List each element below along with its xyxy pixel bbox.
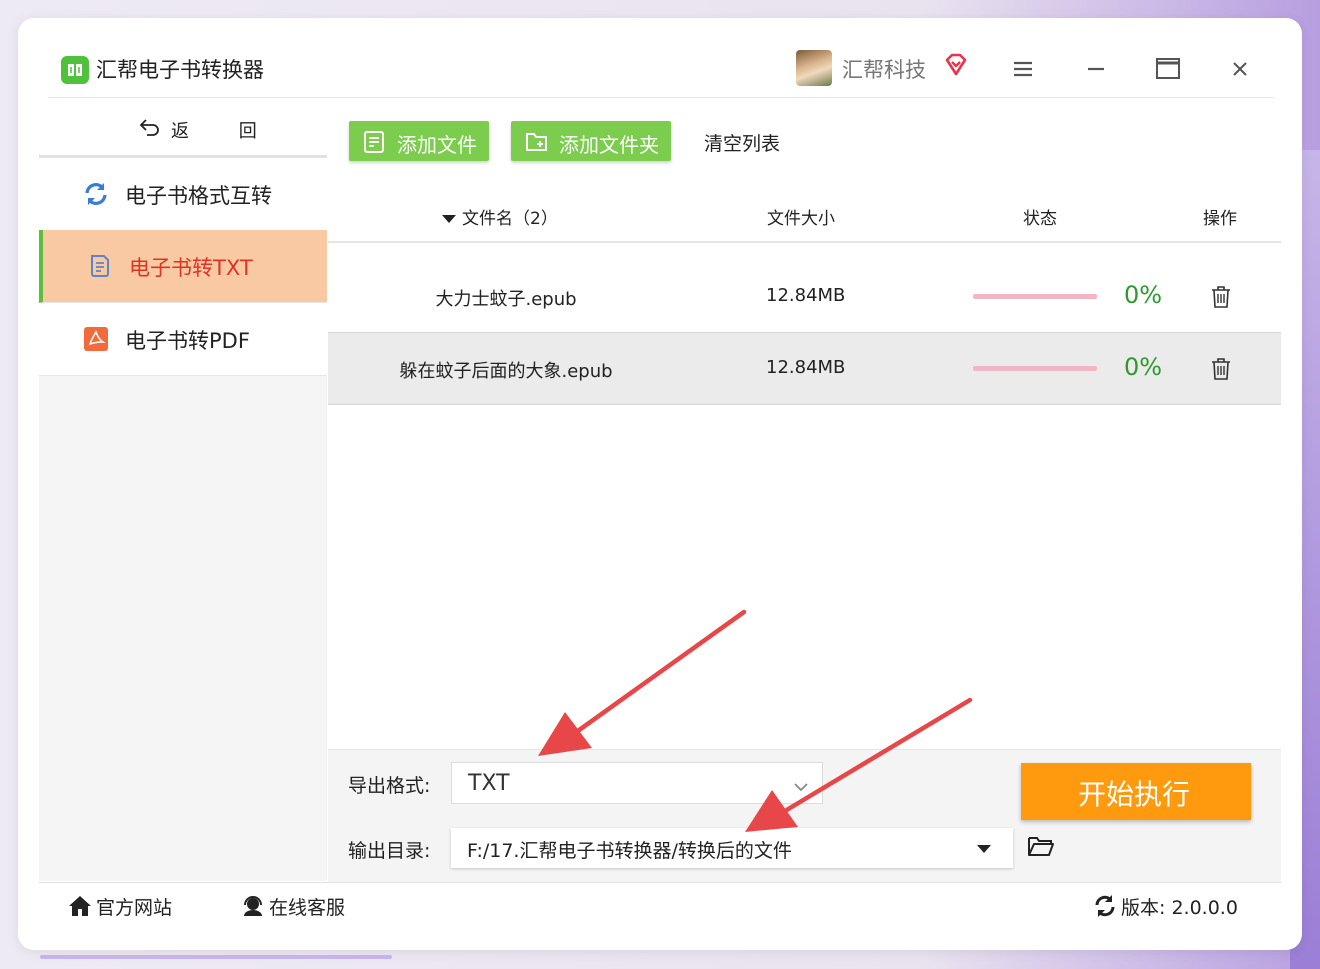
sidebar-item-label: 电子书转PDF bbox=[125, 329, 250, 353]
minimize-icon[interactable] bbox=[1081, 54, 1111, 84]
progress-bar bbox=[973, 294, 1097, 299]
start-button[interactable]: 开始执行 bbox=[1021, 763, 1251, 820]
output-dir-select[interactable]: F:/17.汇帮电子书转换器/转换后的文件 bbox=[451, 828, 1013, 868]
file-name: 大力士蚊子.epub bbox=[435, 289, 577, 310]
user-avatar[interactable] bbox=[796, 50, 832, 86]
sidebar-item-label: 电子书转TXT bbox=[129, 256, 253, 280]
format-label: 导出格式: bbox=[348, 775, 431, 797]
start-button-label: 开始执行 bbox=[1078, 778, 1191, 811]
vip-diamond-icon[interactable] bbox=[943, 52, 969, 78]
document-icon bbox=[87, 253, 113, 279]
online-support-link[interactable]: 在线客服 bbox=[241, 893, 345, 920]
sidebar-item-to-pdf[interactable]: 电子书转PDF bbox=[39, 303, 327, 376]
output-settings: 导出格式: TXT 输出目录: F:/17.汇帮电子书转换器/转换后的文件 开始… bbox=[328, 749, 1281, 882]
clear-list-button[interactable]: 清空列表 bbox=[704, 129, 780, 156]
title-bar: 汇帮电子书转换器 汇帮科技 bbox=[18, 18, 1302, 98]
user-name[interactable]: 汇帮科技 bbox=[842, 54, 926, 84]
close-icon[interactable] bbox=[1225, 54, 1255, 84]
progress-percent: 0% bbox=[1124, 353, 1163, 381]
support-agent-icon bbox=[241, 894, 265, 918]
delete-icon[interactable] bbox=[1210, 285, 1232, 309]
table-row[interactable]: 大力士蚊子.epub 12.84MB 0% bbox=[328, 261, 1281, 332]
app-window: 汇帮电子书转换器 汇帮科技 返 回 电子书格式互转 电子书转TXT 电子书转PD… bbox=[18, 18, 1302, 950]
chevron-down-icon bbox=[794, 777, 808, 792]
footer: 官方网站 在线客服 版本: 2.0.0.0 bbox=[39, 882, 1281, 933]
back-button[interactable]: 返 回 bbox=[39, 98, 327, 158]
add-file-label: 添加文件 bbox=[397, 133, 477, 157]
back-label: 返 回 bbox=[171, 121, 279, 142]
add-folder-label: 添加文件夹 bbox=[559, 133, 659, 157]
format-value: TXT bbox=[468, 771, 510, 796]
version-info[interactable]: 版本: 2.0.0.0 bbox=[1093, 893, 1238, 920]
column-header-name[interactable]: 文件名（2） bbox=[442, 204, 558, 229]
file-name: 躲在蚊子后面的大象.epub bbox=[399, 361, 613, 382]
folder-open-icon[interactable] bbox=[1027, 834, 1055, 858]
menu-icon[interactable] bbox=[1008, 54, 1038, 84]
add-folder-icon bbox=[525, 130, 549, 154]
column-header-action: 操作 bbox=[1203, 209, 1237, 229]
output-dir-value: F:/17.汇帮电子书转换器/转换后的文件 bbox=[467, 840, 792, 862]
add-file-button[interactable]: 添加文件 bbox=[349, 121, 489, 161]
main-panel: 添加文件 添加文件夹 清空列表 文件名（2） 文件大小 状态 操作 大力士蚊子.… bbox=[328, 98, 1281, 882]
progress-percent: 0% bbox=[1124, 281, 1163, 309]
column-header-name-label: 文件名（2） bbox=[462, 209, 558, 229]
add-folder-button[interactable]: 添加文件夹 bbox=[511, 121, 671, 161]
online-support-label: 在线客服 bbox=[269, 897, 346, 919]
pdf-icon bbox=[83, 326, 109, 352]
sidebar-item-to-txt[interactable]: 电子书转TXT bbox=[39, 230, 327, 303]
app-logo-icon bbox=[61, 56, 89, 84]
column-header-status: 状态 bbox=[1023, 209, 1057, 229]
table-row[interactable]: 躲在蚊子后面的大象.epub 12.84MB 0% bbox=[328, 332, 1281, 405]
output-dir-label: 输出目录: bbox=[348, 840, 431, 862]
maximize-icon[interactable] bbox=[1153, 54, 1183, 84]
add-file-icon bbox=[363, 130, 387, 154]
version-label: 版本: 2.0.0.0 bbox=[1121, 897, 1238, 919]
dropdown-arrow-icon bbox=[977, 845, 991, 853]
file-table-header: 文件名（2） 文件大小 状态 操作 bbox=[328, 194, 1281, 243]
refresh-icon bbox=[1093, 894, 1117, 918]
refresh-icon bbox=[83, 181, 109, 207]
official-website-label: 官方网站 bbox=[96, 897, 173, 919]
delete-icon[interactable] bbox=[1210, 357, 1232, 381]
back-arrow-icon bbox=[139, 117, 161, 137]
desktop-background-bar bbox=[40, 955, 392, 959]
sidebar-item-label: 电子书格式互转 bbox=[125, 184, 272, 208]
file-size: 12.84MB bbox=[766, 285, 846, 306]
progress-bar bbox=[973, 366, 1097, 371]
sidebar: 返 回 电子书格式互转 电子书转TXT 电子书转PDF bbox=[39, 98, 327, 881]
format-select[interactable]: TXT bbox=[451, 762, 823, 804]
app-title: 汇帮电子书转换器 bbox=[96, 58, 264, 82]
column-header-size: 文件大小 bbox=[767, 209, 835, 229]
sort-down-icon bbox=[442, 215, 456, 223]
file-size: 12.84MB bbox=[766, 357, 846, 378]
sidebar-item-format-convert[interactable]: 电子书格式互转 bbox=[39, 158, 327, 231]
official-website-link[interactable]: 官方网站 bbox=[68, 893, 172, 920]
home-icon bbox=[68, 894, 92, 918]
